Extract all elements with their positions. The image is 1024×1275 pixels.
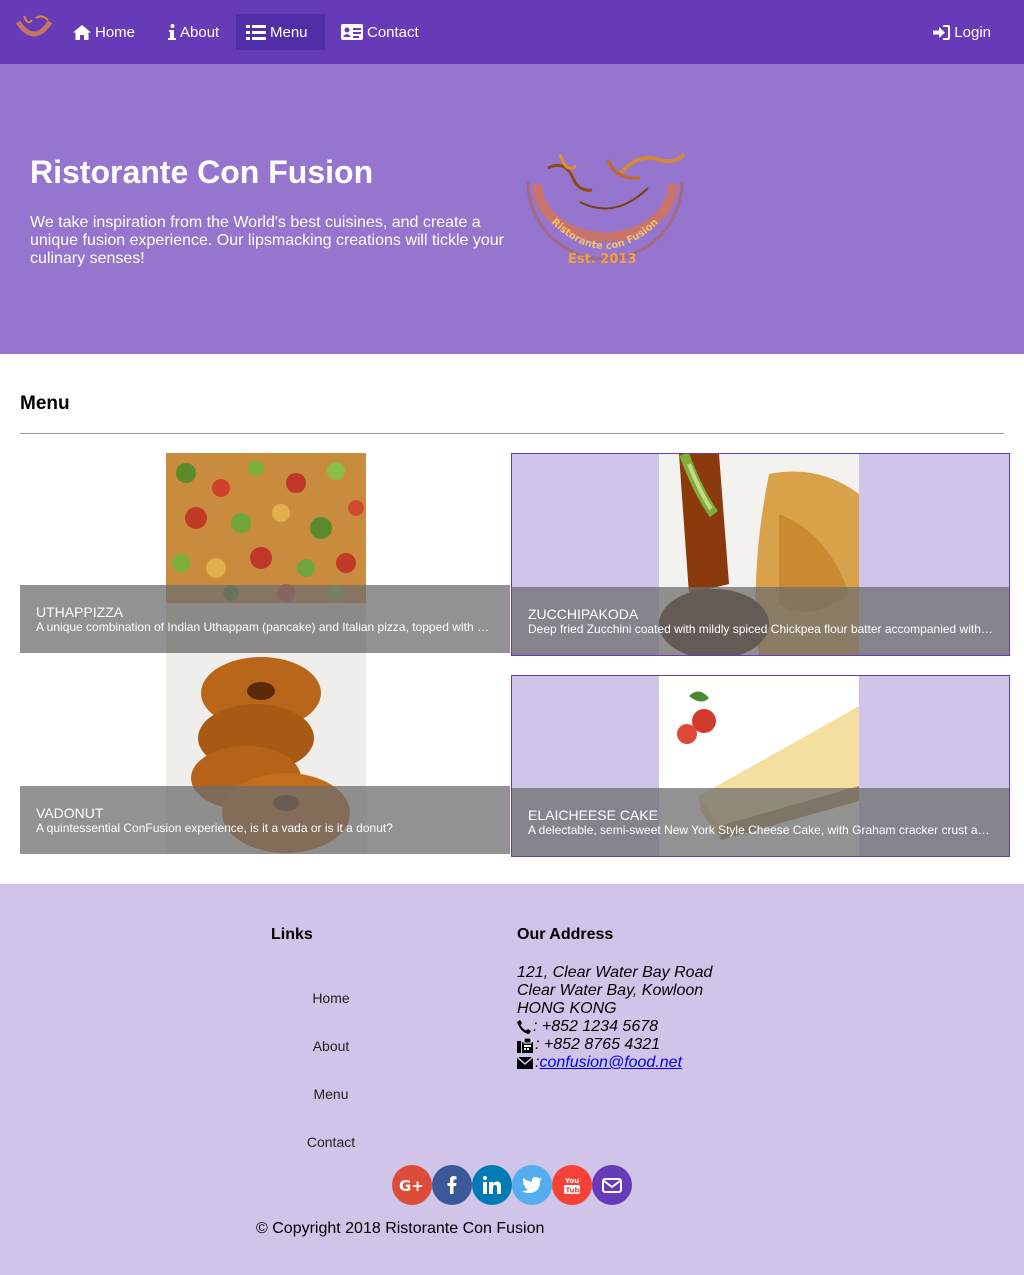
mail-button[interactable]: [592, 1165, 632, 1205]
dish-description: Deep fried Zucchini coated with mildly s…: [528, 622, 993, 636]
footer-link-menu[interactable]: Menu: [290, 1086, 372, 1102]
footer-link-about[interactable]: About: [290, 1038, 372, 1054]
phone-icon: [517, 1020, 531, 1034]
footer: Links Home About Menu Contact Our Addres…: [0, 884, 1024, 1275]
address-block: 121, Clear Water Bay Road Clear Water Ba…: [517, 964, 712, 1072]
linkedin-icon: [483, 1176, 501, 1194]
nav-about[interactable]: About: [158, 14, 229, 50]
fax-icon: [517, 1037, 533, 1053]
twitter-button[interactable]: [512, 1165, 552, 1205]
dish-name: ELAICHEESE CAKE: [528, 807, 658, 823]
phone-number: : +852 1234 5678: [533, 1018, 659, 1035]
dish-card-elaicheese-cake[interactable]: ELAICHEESE CAKE A delectable, semi-sweet…: [511, 675, 1010, 857]
login-label: Login: [954, 23, 991, 41]
restaurant-title: Ristorante Con Fusion: [30, 154, 374, 190]
nav-about-label: About: [180, 23, 220, 41]
address-line: 121, Clear Water Bay Road: [517, 964, 713, 981]
fax-number: : +852 8765 4321: [535, 1036, 661, 1053]
dish-caption: ZUCCHIPAKODA Deep fried Zucchini coated …: [512, 587, 1009, 655]
brand-logo[interactable]: [14, 12, 54, 44]
dish-card-vadonut[interactable]: VADONUT A quintessential ConFusion exper…: [20, 653, 510, 854]
dish-description: A unique combination of Indian Uthappam …: [36, 620, 494, 634]
footer-link-home[interactable]: Home: [290, 990, 372, 1006]
dish-description: A delectable, semi-sweet New York Style …: [528, 823, 993, 837]
nav-contact-label: Contact: [367, 23, 419, 41]
email-link[interactable]: confusion@food.net: [539, 1054, 682, 1072]
menu-divider: [20, 433, 1004, 434]
phone-row: : +852 1234 5678: [517, 1018, 712, 1036]
restaurant-logo: Ristorante con Fusion Est. 2013: [526, 152, 686, 267]
email-row: : confusion@food.net: [517, 1054, 712, 1072]
copyright: © Copyright 2018 Ristorante Con Fusion: [256, 1220, 545, 1237]
fax-row: : +852 8765 4321: [517, 1036, 712, 1054]
mail-icon: [602, 1177, 622, 1193]
address-line: Clear Water Bay, Kowloon: [517, 982, 704, 999]
sign-in-icon: [933, 24, 951, 40]
twitter-icon: [522, 1177, 542, 1193]
dish-caption: VADONUT A quintessential ConFusion exper…: [20, 786, 510, 854]
nav-contact[interactable]: Contact: [331, 14, 429, 50]
dish-name: ZUCCHIPAKODA: [528, 606, 639, 622]
youtube-button[interactable]: You Tube: [552, 1165, 592, 1205]
footer-links-title: Links: [271, 926, 313, 943]
home-icon: [73, 24, 91, 40]
logo-est: Est. 2013: [568, 252, 636, 267]
nav-menu-label: Menu: [270, 23, 308, 41]
address-card-icon: [341, 24, 363, 40]
svg-text:Tube: Tube: [566, 1187, 581, 1195]
svg-text:G+: G+: [399, 1177, 424, 1193]
navbar: Home About Menu Contact Login: [0, 0, 1024, 64]
google-plus-icon: G+: [399, 1177, 424, 1193]
nav-home-label: Home: [95, 23, 136, 41]
list-icon: [246, 24, 266, 40]
dish-name: VADONUT: [36, 805, 104, 821]
linkedin-button[interactable]: [472, 1165, 512, 1205]
dish-description: A quintessential ConFusion experience, i…: [36, 821, 393, 835]
youtube-icon: You Tube: [564, 1177, 581, 1195]
facebook-button[interactable]: [432, 1165, 472, 1205]
dish-caption: ELAICHEESE CAKE A delectable, semi-sweet…: [512, 788, 1009, 856]
jumbotron: Ristorante Con Fusion We take inspiratio…: [0, 64, 1024, 354]
google-plus-button[interactable]: G+: [392, 1165, 432, 1205]
dish-card-zucchipakoda[interactable]: ZUCCHIPAKODA Deep fried Zucchini coated …: [511, 453, 1010, 656]
facebook-icon: [447, 1176, 457, 1194]
login-button[interactable]: Login: [923, 14, 1001, 50]
svg-text:You: You: [564, 1177, 579, 1185]
footer-link-contact[interactable]: Contact: [290, 1134, 372, 1150]
footer-address-title: Our Address: [517, 926, 614, 943]
nav-menu[interactable]: Menu: [236, 14, 325, 50]
envelope-icon: [517, 1057, 533, 1069]
address-line: HONG KONG: [517, 1000, 617, 1017]
dish-caption: UTHAPPIZZA A unique combination of India…: [20, 585, 510, 653]
info-icon: [168, 24, 176, 40]
restaurant-tagline: We take inspiration from the World's bes…: [30, 214, 504, 267]
dish-card-uthappizza[interactable]: UTHAPPIZZA A unique combination of India…: [20, 453, 510, 653]
nav-home[interactable]: Home: [63, 14, 145, 50]
menu-heading: Menu: [20, 393, 70, 414]
dish-name: UTHAPPIZZA: [36, 604, 124, 620]
